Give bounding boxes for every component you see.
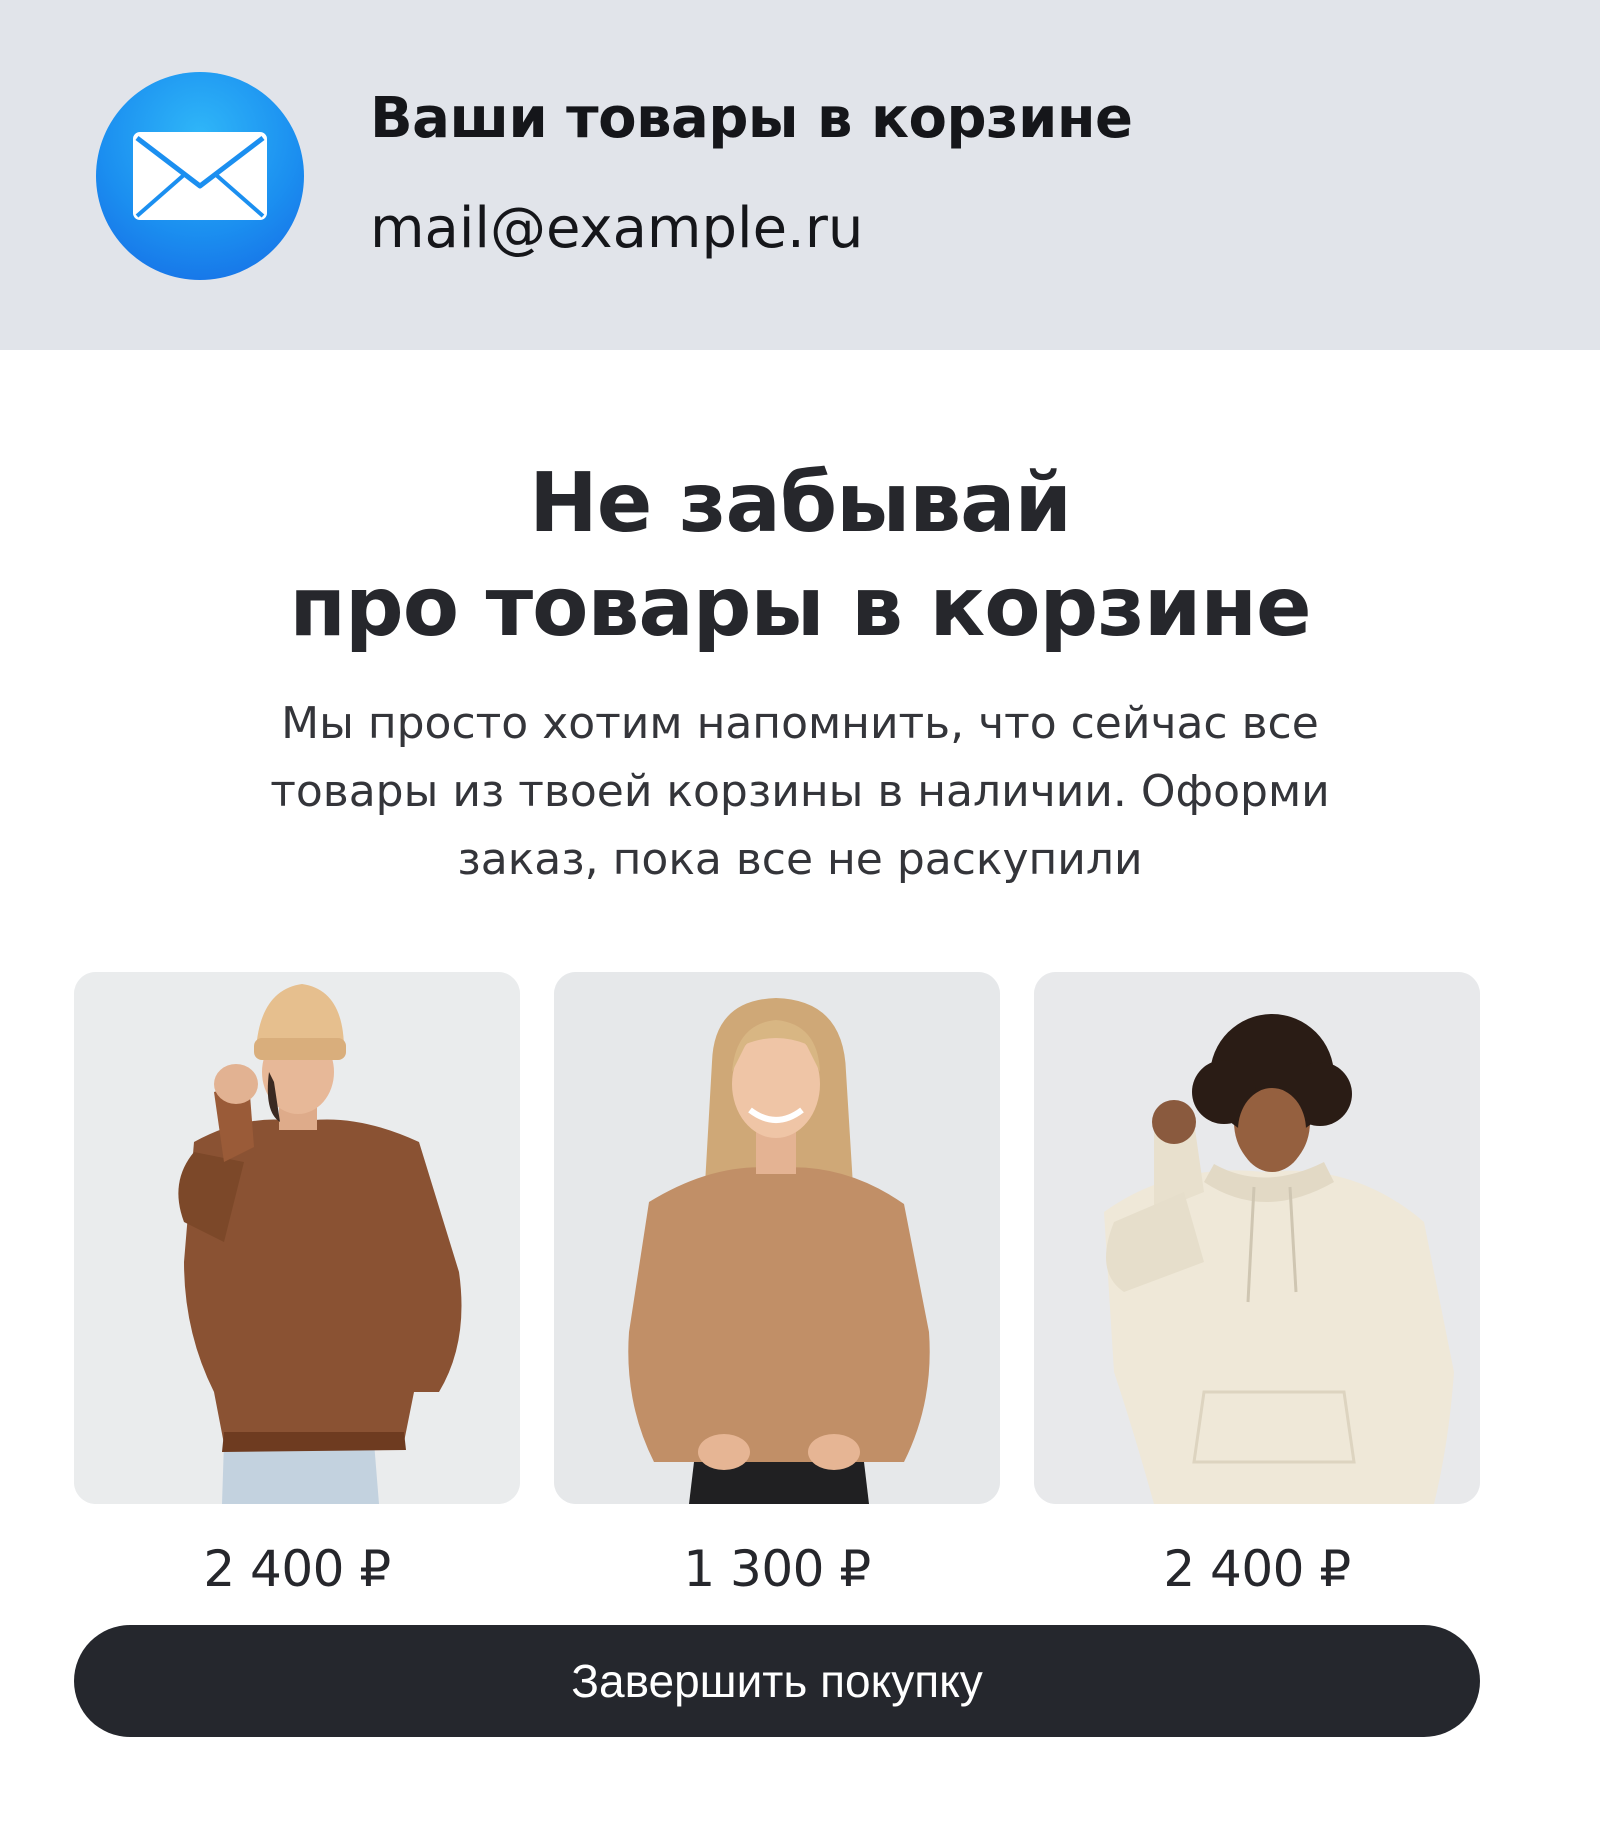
email-header: Ваши товары в корзине mail@example.ru — [0, 0, 1600, 350]
complete-purchase-button[interactable]: Завершить покупку — [74, 1625, 1480, 1737]
woman-in-cream-hoodie-photo — [1034, 972, 1480, 1504]
product-card[interactable]: 1 300 ₽ — [554, 972, 1000, 1598]
sender-email: mail@example.ru — [370, 196, 864, 261]
headline-line: Не забывай — [529, 456, 1072, 551]
headline-line: про товары в корзине — [289, 560, 1311, 655]
product-image[interactable] — [554, 972, 1000, 1504]
product-price: 2 400 ₽ — [203, 1540, 391, 1598]
reminder-text: Мы просто хотим напомнить, что сейчас вс… — [150, 690, 1450, 894]
product-price: 2 400 ₽ — [1163, 1540, 1351, 1598]
product-card[interactable]: 2 400 ₽ — [74, 972, 520, 1598]
page-title: Не забывай про товары в корзине — [0, 452, 1600, 660]
mail-envelope-icon — [96, 72, 304, 280]
envelope-icon — [133, 132, 267, 220]
product-image[interactable] — [74, 972, 520, 1504]
product-list: 2 400 ₽ 1 300 ₽ 2 400 ₽ — [74, 972, 1480, 1598]
reminder-text-line: товары из твоей корзины в наличии. Оформ… — [270, 766, 1330, 817]
reminder-text-line: Мы просто хотим напомнить, что сейчас вс… — [281, 698, 1319, 749]
product-card[interactable]: 2 400 ₽ — [1034, 972, 1480, 1598]
product-image[interactable] — [1034, 972, 1480, 1504]
reminder-text-line: заказ, пока все не раскупили — [457, 834, 1143, 885]
woman-in-tan-sweatshirt-photo — [554, 972, 1000, 1504]
product-price: 1 300 ₽ — [683, 1540, 871, 1598]
email-subject: Ваши товары в корзине — [370, 86, 1133, 151]
email-page: Ваши товары в корзине mail@example.ru Не… — [0, 0, 1600, 1832]
woman-in-brown-sweatshirt-photo — [74, 972, 520, 1504]
